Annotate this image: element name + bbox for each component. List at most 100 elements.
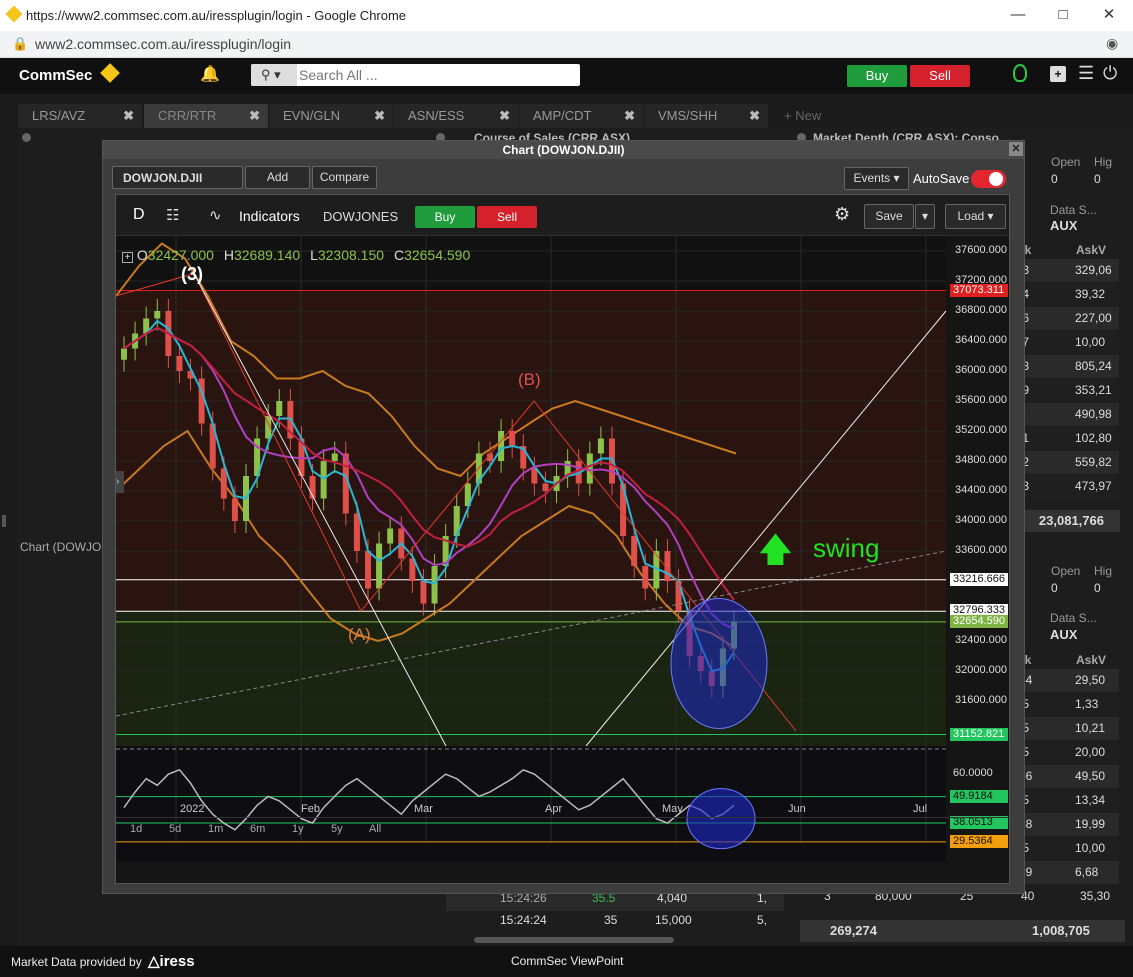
list-item[interactable]: .6227,00 (1015, 307, 1119, 330)
gear-icon[interactable]: ⚙ (834, 204, 850, 225)
tab-lrs-avz[interactable]: LRS/AVZ ✖ (18, 104, 142, 128)
tab-asn-ess[interactable]: ASN/ESS ✖ (394, 104, 518, 128)
browser-titlebar: https://www2.commsec.com.au/iressplugin/… (0, 0, 1133, 31)
tab-amp-cdt[interactable]: AMP/CDT ✖ (519, 104, 643, 128)
add-panel-icon[interactable]: + (1050, 66, 1066, 82)
list-item[interactable]: .510,21 (1015, 717, 1119, 740)
indicators-button[interactable]: Indicators (239, 208, 300, 224)
candle-body (353, 513, 360, 551)
add-button[interactable]: Add (245, 166, 310, 189)
ask-volume: 39,32 (1075, 287, 1106, 301)
list-item[interactable]: 9490,98 (1015, 403, 1119, 426)
range-1d[interactable]: 1d (130, 823, 142, 835)
new-tab-button[interactable]: + New (770, 104, 830, 128)
candle-body (154, 311, 161, 319)
range-6m[interactable]: 6m (250, 823, 265, 835)
events-dropdown[interactable]: Events ▾ (844, 167, 909, 190)
price-tag: 31152.821 (950, 727, 1008, 741)
range-all[interactable]: All (369, 823, 381, 835)
tab-close-icon[interactable]: ✖ (749, 104, 760, 128)
data-source-label: Data S... (1050, 611, 1097, 625)
save-dropdown-icon[interactable]: ▾ (915, 204, 935, 229)
list-item[interactable]: .710,00 (1015, 331, 1119, 354)
lightbulb-icon[interactable] (1013, 64, 1027, 82)
load-dropdown[interactable]: Load ▾ (945, 204, 1006, 229)
list-item[interactable]: .2559,82 (1015, 451, 1119, 474)
sell-button[interactable]: Sell (910, 65, 970, 87)
period-selector[interactable]: D (133, 206, 145, 224)
close-window-icon[interactable]: ✕ (1086, 4, 1132, 28)
search-icon[interactable]: ⚲ ▾ (251, 64, 297, 86)
tab-vms-shh[interactable]: VMS/SHH ✖ (644, 104, 768, 128)
tab-evn-gln[interactable]: EVN/GLN ✖ (269, 104, 393, 128)
list-item[interactable]: .513,34 (1015, 789, 1119, 812)
minimize-icon[interactable]: — (995, 4, 1041, 28)
resize-handle[interactable] (2, 515, 6, 527)
chart-area[interactable]: D ☷ ∿ Indicators DOWJONES Buy Sell ⚙ Sav… (115, 194, 1010, 884)
candle-body (431, 566, 438, 604)
ohlc-open-label: O (136, 247, 148, 263)
expand-sidebar-icon[interactable]: › (116, 471, 124, 493)
range-1y[interactable]: 1y (292, 823, 304, 835)
ohlc-low-value: 32308.150 (317, 247, 385, 263)
range-5y[interactable]: 5y (331, 823, 343, 835)
browser-title: https://www2.commsec.com.au/iressplugin/… (26, 8, 407, 23)
eye-icon[interactable]: ◉ (1106, 35, 1118, 52)
y-tick-label: 31600.000 (955, 694, 1007, 706)
candle-body (176, 356, 183, 371)
candlestick-icon[interactable]: ☷ (166, 206, 179, 224)
list-item[interactable]: .3473,97 (1015, 475, 1119, 498)
close-dialog-icon[interactable]: ✕ (1009, 142, 1023, 156)
tab-close-icon[interactable]: ✖ (123, 104, 134, 128)
y-tick-label: 35200.000 (955, 424, 1007, 436)
panel-dot-icon (22, 133, 31, 142)
list-item[interactable]: 36 49,50 (1015, 765, 1119, 788)
tab-close-icon[interactable]: ✖ (624, 104, 635, 128)
commsec-diamond-icon (100, 63, 120, 83)
chart-dialog: Chart (DOWJON.DJII) ✕ DOWJON.DJII Add Co… (102, 140, 1025, 894)
list-item[interactable]: 38 19,99 (1015, 813, 1119, 836)
list-item[interactable]: 34 29,50 (1015, 669, 1119, 692)
depth-askv: 35,30 (1080, 889, 1111, 903)
address-bar[interactable]: 🔒 www2.commsec.com.au/iressplugin/login … (0, 31, 1133, 58)
range-1m[interactable]: 1m (208, 823, 223, 835)
save-button[interactable]: Save (864, 204, 914, 229)
search-input[interactable] (299, 65, 574, 85)
tab-crr-rtr[interactable]: CRR/RTR ✖ (144, 104, 268, 128)
y-tick-label: 35600.000 (955, 394, 1007, 406)
search-box[interactable]: ⚲ ▾ (251, 64, 580, 86)
compare-button[interactable]: Compare (312, 166, 377, 189)
list-item[interactable]: .439,32 (1015, 283, 1119, 306)
power-icon[interactable]: ⏻ (1103, 63, 1117, 84)
range-5d[interactable]: 5d (169, 823, 181, 835)
symbol-input[interactable]: DOWJON.DJII (112, 166, 243, 189)
chart-buy-button[interactable]: Buy (415, 206, 475, 228)
list-item[interactable]: .510,00 (1015, 837, 1119, 860)
autosave-toggle[interactable] (971, 170, 1006, 188)
horizontal-scrollbar[interactable] (474, 937, 674, 943)
chart-sell-button[interactable]: Sell (477, 206, 537, 228)
list-item[interactable]: .8805,24 (1015, 355, 1119, 378)
up-arrow-icon: 🡅 (758, 531, 793, 569)
ask-volume: 29,50 (1075, 673, 1106, 687)
list-item[interactable]: .3329,06 (1015, 259, 1119, 282)
list-item[interactable]: .51,33 (1015, 693, 1119, 716)
askv-col-header: AskV (1076, 653, 1107, 667)
list-item[interactable]: .1102,80 (1015, 427, 1119, 450)
menu-icon[interactable]: ☰ (1078, 63, 1094, 84)
footer-app-name: CommSec ViewPoint (511, 954, 624, 968)
bell-icon[interactable]: 🔔 (200, 64, 220, 84)
list-item[interactable]: .520,00 (1015, 741, 1119, 764)
candle-body (642, 566, 649, 589)
expand-legend-icon[interactable]: + (122, 252, 133, 263)
wave-b-label: (B) (518, 370, 541, 389)
tab-close-icon[interactable]: ✖ (249, 104, 260, 128)
instrument-name: DOWJONES (323, 209, 399, 224)
buy-button[interactable]: Buy (847, 65, 907, 87)
list-item[interactable]: 39 6,68 (1015, 861, 1119, 884)
list-item[interactable]: .9353,21 (1015, 379, 1119, 402)
ask-volume: 102,80 (1075, 431, 1112, 445)
tab-close-icon[interactable]: ✖ (499, 104, 510, 128)
tab-close-icon[interactable]: ✖ (374, 104, 385, 128)
maximize-icon[interactable]: □ (1040, 4, 1086, 28)
